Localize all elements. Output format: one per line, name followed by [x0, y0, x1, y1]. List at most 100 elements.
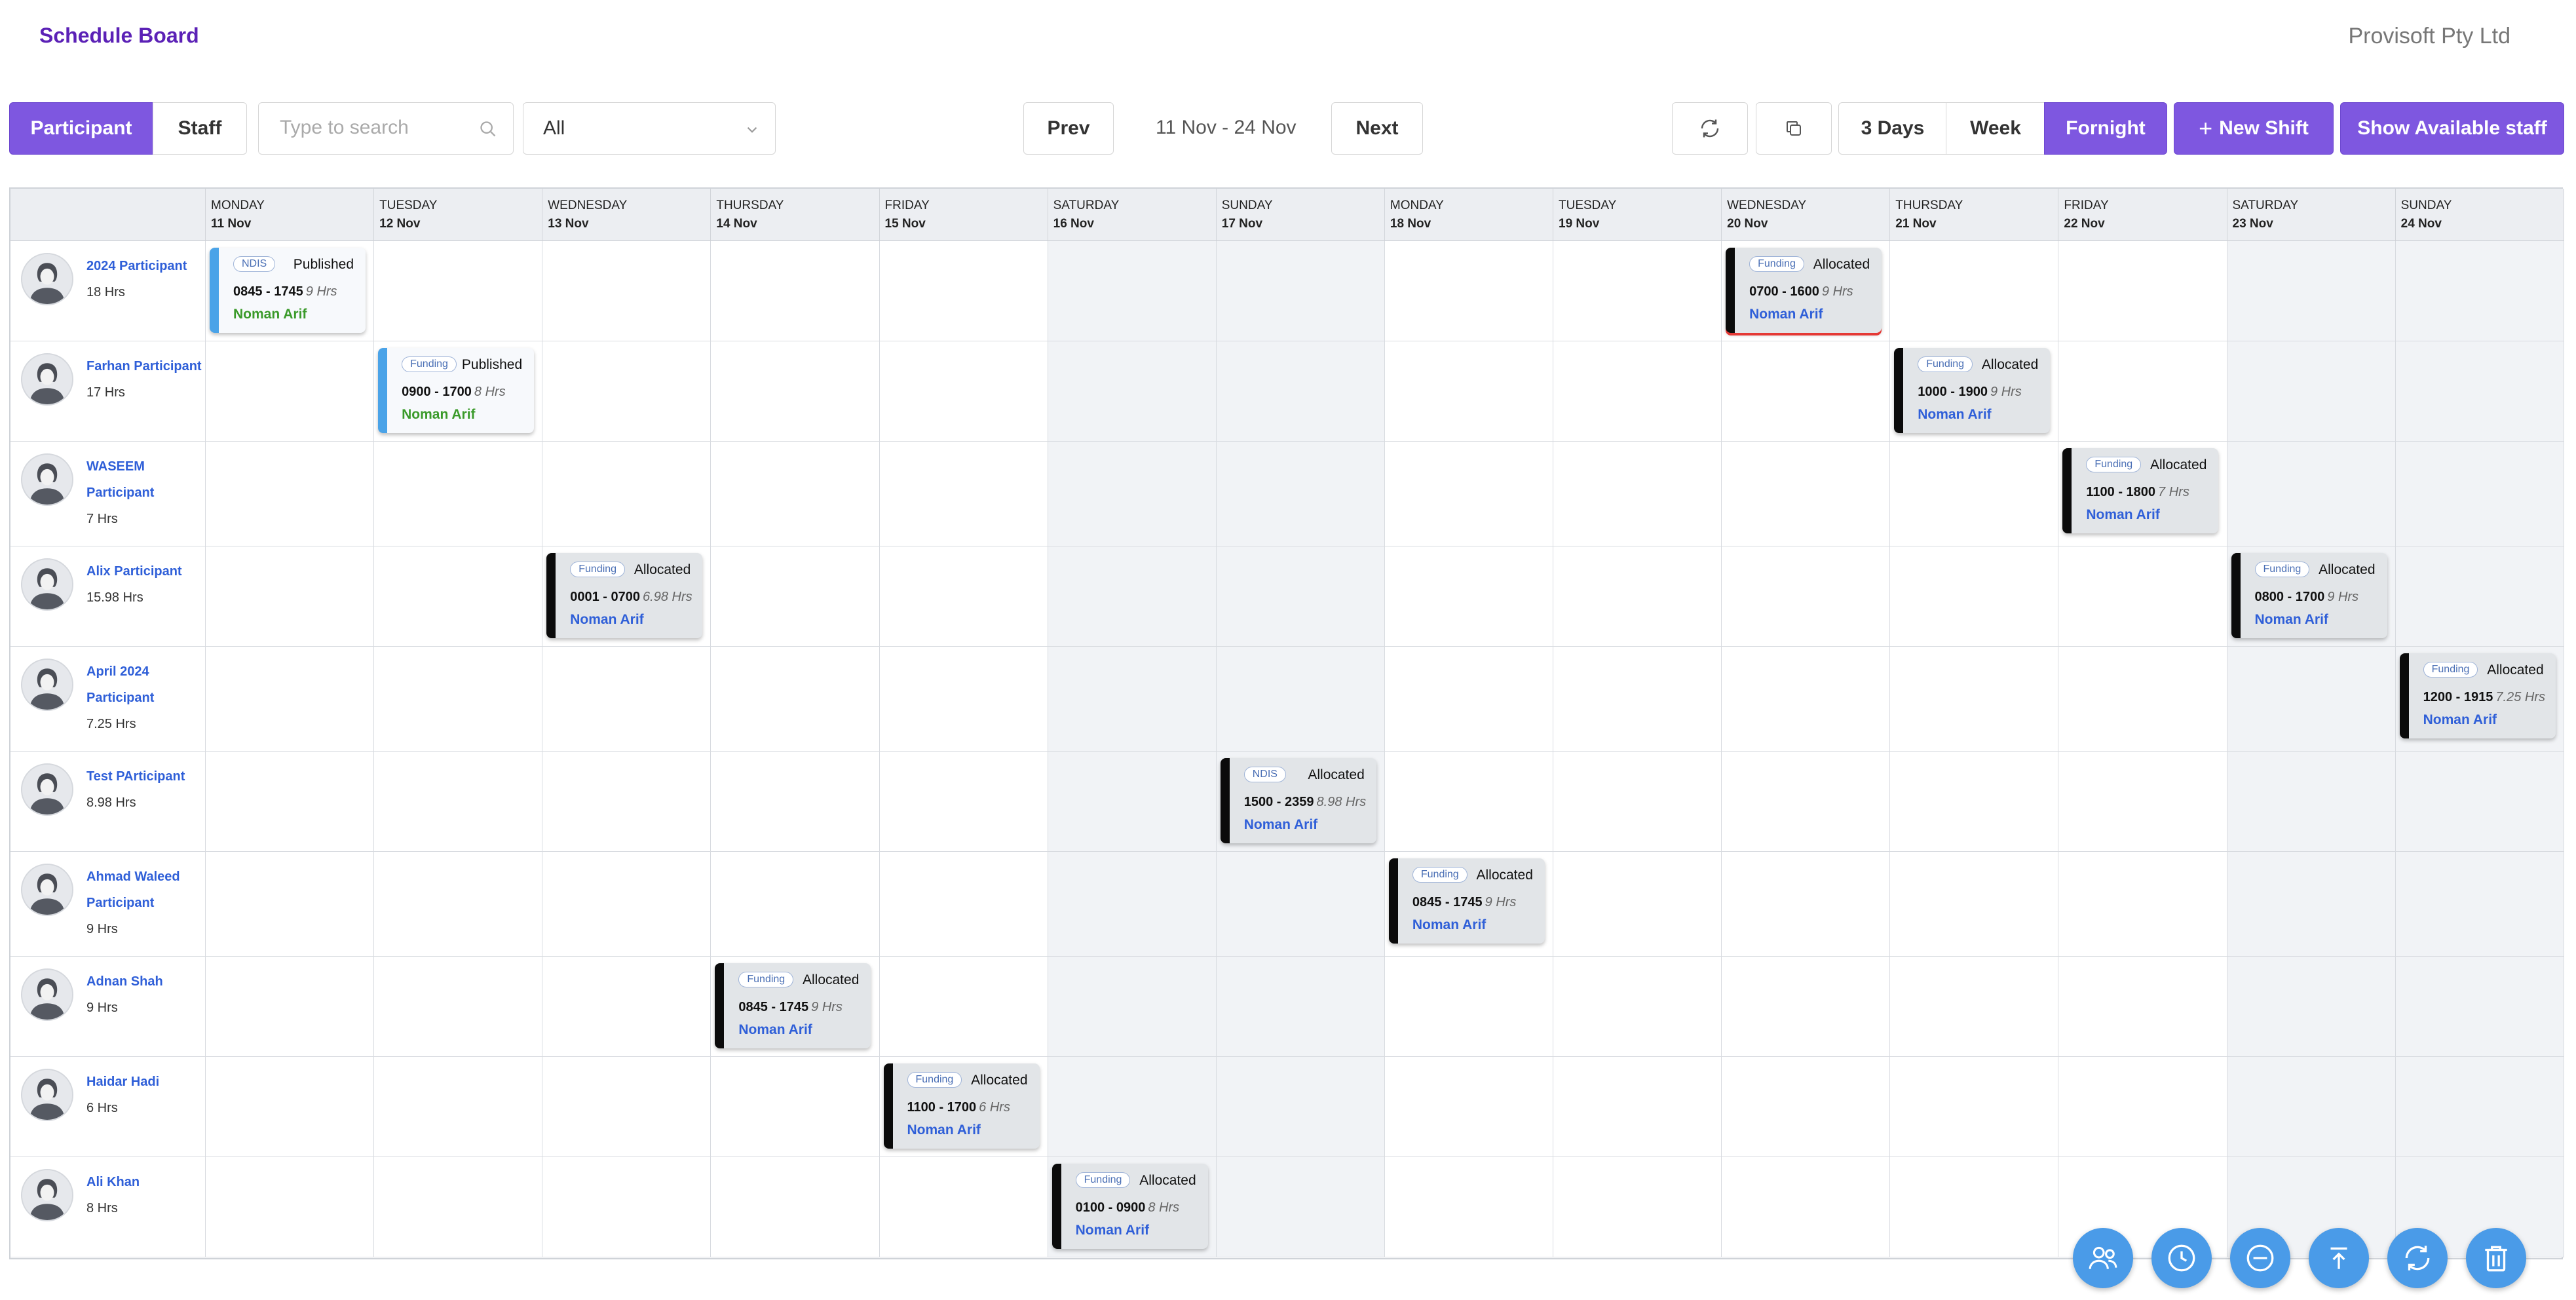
- schedule-cell[interactable]: [206, 1057, 375, 1157]
- schedule-cell[interactable]: [206, 852, 375, 957]
- shift-card[interactable]: Funding Allocated 0845 - 1745 9 Hrs Noman Ar…: [715, 963, 871, 1048]
- schedule-cell[interactable]: [879, 341, 1048, 442]
- schedule-cell[interactable]: [1890, 241, 2059, 341]
- schedule-cell[interactable]: [1722, 1057, 1891, 1157]
- shift-staff-name[interactable]: Noman Arif: [738, 1022, 812, 1038]
- schedule-cell[interactable]: [1216, 852, 1385, 957]
- schedule-cell[interactable]: [2227, 442, 2396, 546]
- schedule-cell[interactable]: [374, 442, 543, 546]
- participant-name-link[interactable]: Alix Participant: [86, 558, 202, 584]
- schedule-cell[interactable]: [1048, 852, 1217, 957]
- prev-button[interactable]: Prev: [1023, 102, 1114, 155]
- schedule-cell[interactable]: [206, 341, 375, 442]
- schedule-cell[interactable]: [2227, 852, 2396, 957]
- schedule-cell[interactable]: [2227, 957, 2396, 1057]
- schedule-cell[interactable]: [2227, 241, 2396, 341]
- shift-staff-name[interactable]: Noman Arif: [1918, 407, 1991, 423]
- schedule-cell[interactable]: [879, 1157, 1048, 1257]
- schedule-cell[interactable]: [2395, 752, 2564, 852]
- schedule-cell[interactable]: Funding Allocated 0845 - 1745 9 Hrs Noman Ar…: [1384, 852, 1553, 957]
- schedule-cell[interactable]: [374, 241, 543, 341]
- shift-card[interactable]: Funding Allocated 0700 - 1600 9 Hrs Noman Ar…: [1726, 248, 1882, 333]
- search-input[interactable]: [278, 116, 478, 140]
- copy-button[interactable]: [1756, 102, 1832, 155]
- schedule-cell[interactable]: [879, 241, 1048, 341]
- fab-upload-button[interactable]: [2309, 1228, 2369, 1288]
- shift-card[interactable]: Funding Allocated 1100 - 1800 7 Hrs Noman Ar…: [2062, 448, 2219, 533]
- schedule-cell[interactable]: [206, 1157, 375, 1257]
- schedule-cell[interactable]: [2058, 546, 2227, 647]
- participant-name-link[interactable]: Adnan Shah: [86, 968, 202, 995]
- schedule-cell[interactable]: [2058, 752, 2227, 852]
- participant-name-link[interactable]: Haidar Hadi: [86, 1069, 202, 1095]
- schedule-cell[interactable]: Funding Allocated 1200 - 1915 7.25 Hrs Noman…: [2395, 647, 2564, 752]
- schedule-cell[interactable]: [1216, 647, 1385, 752]
- filter-select[interactable]: All: [523, 102, 776, 155]
- schedule-cell[interactable]: [2395, 546, 2564, 647]
- schedule-cell[interactable]: [1553, 752, 1722, 852]
- schedule-cell[interactable]: [711, 1157, 880, 1257]
- schedule-cell[interactable]: [542, 957, 711, 1057]
- schedule-cell[interactable]: [1722, 442, 1891, 546]
- schedule-cell[interactable]: [1384, 752, 1553, 852]
- participant-name-link[interactable]: WASEEM Participant: [86, 453, 202, 506]
- schedule-cell[interactable]: [2058, 241, 2227, 341]
- schedule-cell[interactable]: [1890, 546, 2059, 647]
- schedule-cell[interactable]: [1048, 957, 1217, 1057]
- new-shift-button[interactable]: + New Shift: [2174, 102, 2334, 155]
- schedule-cell[interactable]: [1216, 241, 1385, 341]
- schedule-cell[interactable]: [1216, 341, 1385, 442]
- schedule-cell[interactable]: [542, 852, 711, 957]
- schedule-cell[interactable]: [2395, 852, 2564, 957]
- shift-staff-name[interactable]: Noman Arif: [1412, 917, 1486, 933]
- staff-toggle-button[interactable]: Staff: [153, 102, 247, 155]
- schedule-cell[interactable]: Funding Published 0900 - 1700 8 Hrs Noman Ar…: [374, 341, 543, 442]
- schedule-cell[interactable]: [1048, 546, 1217, 647]
- schedule-cell[interactable]: [1553, 852, 1722, 957]
- schedule-cell[interactable]: Funding Allocated 0800 - 1700 9 Hrs Noman Ar…: [2227, 546, 2396, 647]
- schedule-cell[interactable]: [2395, 442, 2564, 546]
- next-button[interactable]: Next: [1331, 102, 1423, 155]
- shift-staff-name[interactable]: Noman Arif: [1244, 817, 1317, 833]
- fab-users-button[interactable]: [2073, 1228, 2133, 1288]
- schedule-cell[interactable]: [1890, 852, 2059, 957]
- shift-card[interactable]: Funding Allocated 0100 - 0900 8 Hrs Noman Ar…: [1051, 1164, 1208, 1249]
- schedule-cell[interactable]: [1384, 341, 1553, 442]
- schedule-cell[interactable]: Funding Allocated 0700 - 1600 9 Hrs Noman Ar…: [1722, 241, 1891, 341]
- schedule-cell[interactable]: [1216, 1057, 1385, 1157]
- schedule-cell[interactable]: Funding Allocated 0100 - 0900 8 Hrs Noman Ar…: [1048, 1157, 1217, 1257]
- schedule-cell[interactable]: [711, 341, 880, 442]
- schedule-cell[interactable]: [2227, 752, 2396, 852]
- schedule-cell[interactable]: [374, 957, 543, 1057]
- schedule-cell[interactable]: Funding Allocated 0845 - 1745 9 Hrs Noman Ar…: [711, 957, 880, 1057]
- schedule-cell[interactable]: Funding Allocated 1100 - 1700 6 Hrs Noman Ar…: [879, 1057, 1048, 1157]
- schedule-cell[interactable]: [2227, 647, 2396, 752]
- shift-staff-name[interactable]: Noman Arif: [907, 1122, 981, 1138]
- schedule-cell[interactable]: [1553, 647, 1722, 752]
- schedule-cell[interactable]: [1890, 647, 2059, 752]
- fab-minus-button[interactable]: [2230, 1228, 2290, 1288]
- schedule-cell[interactable]: [1384, 241, 1553, 341]
- schedule-cell[interactable]: [374, 752, 543, 852]
- schedule-cell[interactable]: [1722, 1157, 1891, 1257]
- schedule-cell[interactable]: [879, 752, 1048, 852]
- schedule-cell[interactable]: [374, 1057, 543, 1157]
- schedule-cell[interactable]: Funding Allocated 1100 - 1800 7 Hrs Noman Ar…: [2058, 442, 2227, 546]
- schedule-cell[interactable]: [1216, 442, 1385, 546]
- schedule-cell[interactable]: [1048, 752, 1217, 852]
- schedule-cell[interactable]: [1048, 647, 1217, 752]
- shift-card[interactable]: Funding Allocated 1000 - 1900 9 Hrs Noman Ar…: [1894, 348, 2051, 433]
- schedule-cell[interactable]: [1722, 546, 1891, 647]
- view-week-button[interactable]: Week: [1946, 102, 2045, 155]
- shift-staff-name[interactable]: Noman Arif: [1076, 1223, 1149, 1238]
- schedule-cell[interactable]: NDIS Allocated 1500 - 2359 8.98 Hrs Noman Ar…: [1216, 752, 1385, 852]
- shift-staff-name[interactable]: Noman Arif: [233, 307, 307, 322]
- schedule-cell[interactable]: Funding Allocated 0001 - 0700 6.98 Hrs Noman…: [542, 546, 711, 647]
- schedule-cell[interactable]: [1384, 442, 1553, 546]
- schedule-cell[interactable]: [1216, 1157, 1385, 1257]
- schedule-cell[interactable]: [1384, 1057, 1553, 1157]
- schedule-cell[interactable]: [542, 1157, 711, 1257]
- schedule-cell[interactable]: Funding Allocated 1000 - 1900 9 Hrs Noman Ar…: [1890, 341, 2059, 442]
- schedule-cell[interactable]: [711, 241, 880, 341]
- schedule-cell[interactable]: [1048, 1057, 1217, 1157]
